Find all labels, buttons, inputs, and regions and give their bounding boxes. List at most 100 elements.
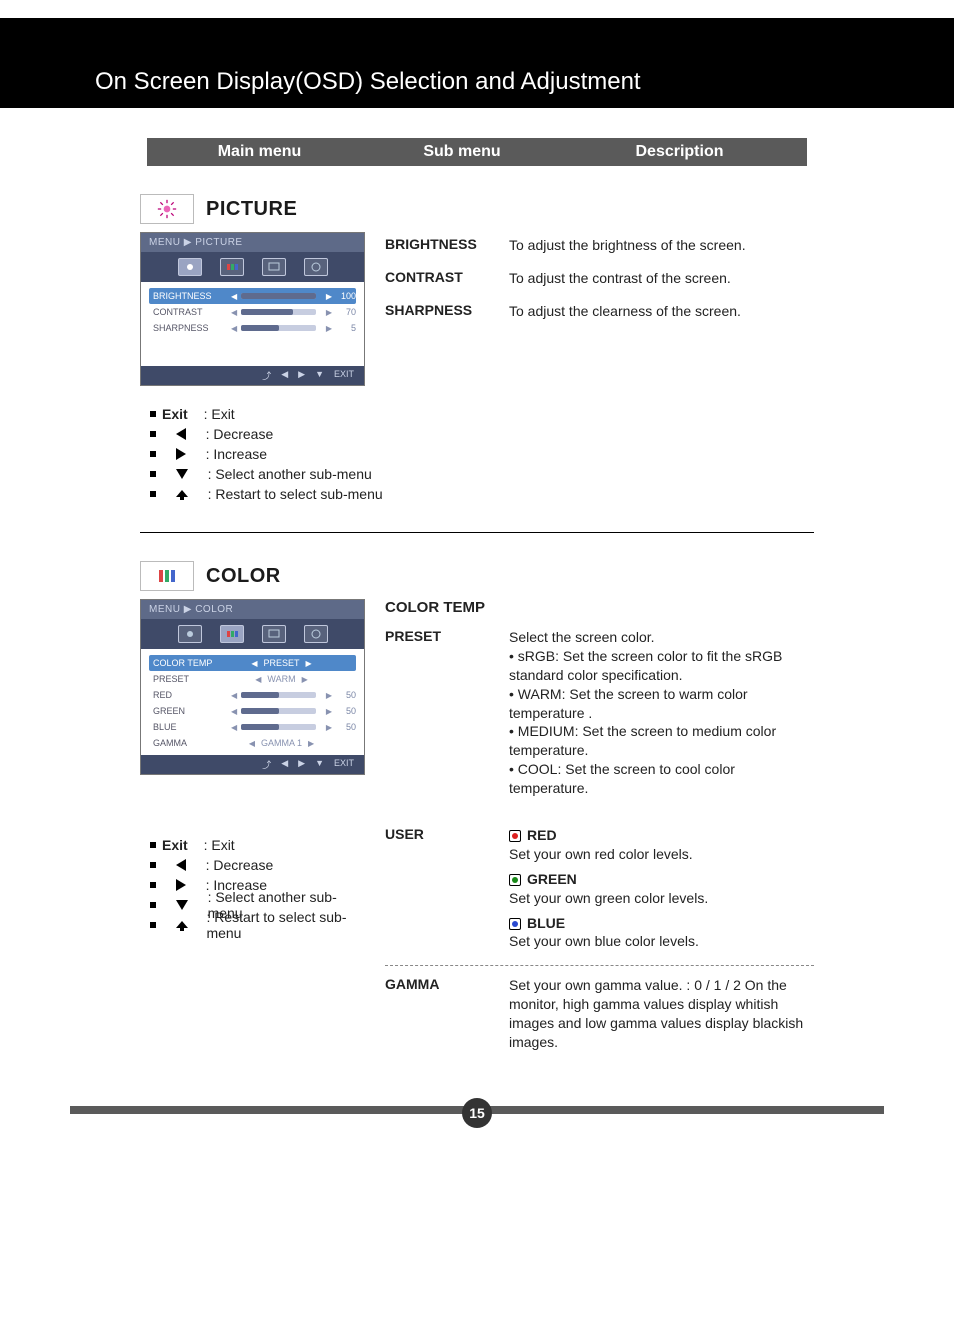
desc-preset: PRESET Select the screen color. • sRGB: … (385, 628, 814, 798)
osd-value: 50 (336, 706, 356, 716)
user-blue-label: BLUE (527, 915, 565, 931)
osd-label: CONTRAST (149, 307, 227, 317)
osd-label: COLOR TEMP (149, 658, 227, 668)
gamma-description: Set your own gamma value. : 0 / 1 / 2 On… (509, 976, 814, 1052)
sub-user: USER (385, 826, 495, 842)
nav-down-icon[interactable]: ▼ (315, 758, 324, 771)
nav-exit[interactable]: EXIT (334, 369, 354, 382)
osd-value: 70 (336, 307, 356, 317)
osd-row-blue[interactable]: BLUE ◀▶ 50 (149, 719, 356, 735)
desc-text: To adjust the contrast of the screen. (509, 269, 814, 288)
nav-exit[interactable]: EXIT (334, 758, 354, 771)
osd-label: GREEN (149, 706, 227, 716)
legend-up: : Restart to select sub-menu (206, 909, 365, 941)
osd-row-sharpness[interactable]: SHARPNESS ◀ ▶ 5 (149, 320, 356, 336)
page-content: Main menu Sub menu Description PICTURE M… (0, 108, 954, 1066)
osd-tab-picture[interactable] (178, 625, 202, 643)
left-arrow-icon: ◀ (231, 292, 237, 301)
nav-left-icon[interactable]: ◀ (281, 758, 288, 771)
green-bullet-icon (509, 874, 521, 886)
legend-down: : Select another sub-menu (208, 466, 372, 482)
nav-restart-icon[interactable]: ⤴ (262, 758, 271, 771)
osd-tab-screen[interactable] (262, 625, 286, 643)
osd-row-colortemp[interactable]: COLOR TEMP ◀PRESET▶ (149, 655, 356, 671)
osd-tab-setup[interactable] (304, 258, 328, 276)
osd-picture-panel: MENU ▶ PICTURE BRIGHTNESS ◀ ▶ 100 (140, 232, 365, 386)
nav-right-icon[interactable]: ▶ (298, 369, 305, 382)
page-title: On Screen Display(OSD) Selection and Adj… (95, 68, 641, 96)
section-picture-title-row: PICTURE (140, 194, 814, 224)
osd-tab-picture[interactable] (178, 258, 202, 276)
osd-label: BRIGHTNESS (149, 291, 227, 301)
col-sub-menu: Sub menu (372, 143, 552, 161)
up-return-icon (176, 488, 188, 500)
osd-picture-body: BRIGHTNESS ◀ ▶ 100 CONTRAST ◀ ▶ 70 (141, 282, 364, 366)
user-green-label: GREEN (527, 871, 577, 887)
osd-row-green[interactable]: GREEN ◀▶ 50 (149, 703, 356, 719)
section-color-title-row: COLOR (140, 561, 814, 591)
preset-medium: • MEDIUM: Set the screen to medium color… (509, 722, 814, 760)
osd-row-preset[interactable]: PRESET ◀WARM▶ (149, 671, 356, 687)
nav-down-icon[interactable]: ▼ (315, 369, 324, 382)
osd-picture-breadcrumb: MENU ▶ PICTURE (141, 233, 364, 252)
legend-exit-label: Exit (162, 837, 188, 853)
preset-srgb: • sRGB: Set the screen color to fit the … (509, 647, 814, 685)
right-arrow-icon (176, 448, 186, 460)
desc-brightness: BRIGHTNESS To adjust the brightness of t… (385, 236, 814, 255)
right-arrow-icon (176, 879, 186, 891)
osd-label: BLUE (149, 722, 227, 732)
desc-text: To adjust the brightness of the screen. (509, 236, 814, 255)
picture-row: MENU ▶ PICTURE BRIGHTNESS ◀ ▶ 100 (140, 232, 814, 386)
nav-left-icon[interactable]: ◀ (281, 369, 288, 382)
osd-row-contrast[interactable]: CONTRAST ◀ ▶ 70 (149, 304, 356, 320)
osd-tab-color[interactable] (220, 258, 244, 276)
legend-left: : Decrease (206, 426, 274, 442)
left-arrow-icon: ◀ (231, 324, 237, 333)
osd-select: PRESET (263, 658, 299, 668)
osd-color-body: COLOR TEMP ◀PRESET▶ PRESET ◀WARM▶ RED ◀▶ (141, 649, 364, 755)
desc-sharpness: SHARPNESS To adjust the clearness of the… (385, 302, 814, 321)
right-arrow-icon: ▶ (326, 324, 332, 333)
color-row: MENU ▶ COLOR COLOR TEMP ◀PRESET▶ (140, 599, 814, 1066)
osd-label: PRESET (149, 674, 227, 684)
section-picture-title: PICTURE (206, 198, 297, 221)
osd-row-red[interactable]: RED ◀▶ 50 (149, 687, 356, 703)
up-return-icon (176, 919, 187, 931)
sub-gamma: GAMMA (385, 976, 495, 992)
nav-restart-icon[interactable]: ⤴ (262, 369, 271, 382)
col-description: Description (552, 143, 807, 161)
preset-cool: • COOL: Set the screen to cool color tem… (509, 760, 814, 798)
osd-color-panel: MENU ▶ COLOR COLOR TEMP ◀PRESET▶ (140, 599, 365, 775)
user-red-desc: Set your own red color levels. (509, 845, 814, 864)
legend-right: : Increase (206, 446, 267, 462)
osd-picture-tabs (141, 252, 364, 282)
section-divider (140, 532, 814, 533)
picture-descriptions: BRIGHTNESS To adjust the brightness of t… (385, 232, 814, 335)
left-arrow-icon (176, 428, 186, 440)
legend-up: : Restart to select sub-menu (208, 486, 383, 502)
color-bars-icon (140, 561, 194, 591)
osd-tab-color[interactable] (220, 625, 244, 643)
osd-row-brightness[interactable]: BRIGHTNESS ◀ ▶ 100 (149, 288, 356, 304)
section-color-title: COLOR (206, 565, 281, 588)
sun-icon (140, 194, 194, 224)
sub-preset: PRESET (385, 628, 495, 644)
left-arrow-icon (176, 859, 186, 871)
right-arrow-icon: ▶ (326, 292, 332, 301)
osd-color-tabs (141, 619, 364, 649)
osd-tab-screen[interactable] (262, 258, 286, 276)
osd-tab-setup[interactable] (304, 625, 328, 643)
sub-contrast: CONTRAST (385, 269, 495, 285)
preset-warm: • WARM: Set the screen to warm color tem… (509, 685, 814, 723)
osd-value: 100 (336, 291, 356, 301)
nav-right-icon[interactable]: ▶ (298, 758, 305, 771)
right-arrow-icon: ▶ (326, 308, 332, 317)
osd-row-gamma[interactable]: GAMMA ◀GAMMA 1▶ (149, 735, 356, 751)
dashed-divider (385, 965, 814, 966)
osd-value: 50 (336, 722, 356, 732)
osd-select: WARM (267, 674, 295, 684)
desc-user: USER RED Set your own red color levels. … (385, 826, 814, 951)
osd-color-nav: ⤴ ◀ ▶ ▼ EXIT (141, 755, 364, 774)
manual-page: On Screen Display(OSD) Selection and Adj… (0, 18, 954, 1323)
osd-picture-nav: ⤴ ◀ ▶ ▼ EXIT (141, 366, 364, 385)
